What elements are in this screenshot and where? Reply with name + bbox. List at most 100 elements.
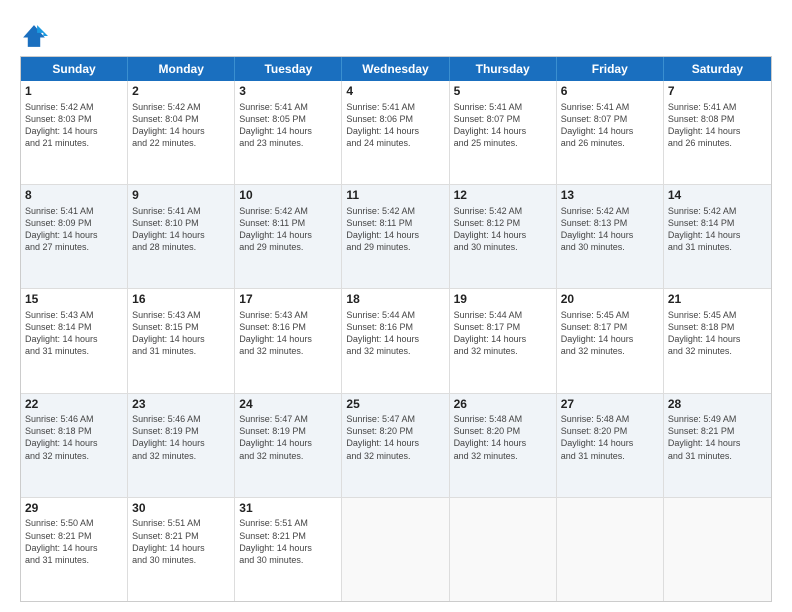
sunrise-line: Sunrise: 5:42 AM bbox=[346, 205, 444, 217]
sunrise-line: Sunrise: 5:41 AM bbox=[668, 101, 767, 113]
sunset-line: Sunset: 8:17 PM bbox=[454, 321, 552, 333]
empty-cell bbox=[342, 498, 449, 601]
minutes-line: and 30 minutes. bbox=[454, 241, 552, 253]
minutes-line: and 31 minutes. bbox=[668, 241, 767, 253]
sunrise-line: Sunrise: 5:44 AM bbox=[346, 309, 444, 321]
daylight-line: Daylight: 14 hours bbox=[132, 437, 230, 449]
minutes-line: and 22 minutes. bbox=[132, 137, 230, 149]
daylight-line: Daylight: 14 hours bbox=[132, 125, 230, 137]
daylight-line: Daylight: 14 hours bbox=[668, 125, 767, 137]
day-cell-15: 15 Sunrise: 5:43 AM Sunset: 8:14 PM Dayl… bbox=[21, 289, 128, 392]
day-cell-10: 10 Sunrise: 5:42 AM Sunset: 8:11 PM Dayl… bbox=[235, 185, 342, 288]
day-number: 30 bbox=[132, 501, 230, 517]
sunrise-line: Sunrise: 5:44 AM bbox=[454, 309, 552, 321]
minutes-line: and 28 minutes. bbox=[132, 241, 230, 253]
header-day-friday: Friday bbox=[557, 57, 664, 81]
daylight-line: Daylight: 14 hours bbox=[132, 542, 230, 554]
empty-cell bbox=[450, 498, 557, 601]
day-number: 23 bbox=[132, 397, 230, 413]
day-cell-9: 9 Sunrise: 5:41 AM Sunset: 8:10 PM Dayli… bbox=[128, 185, 235, 288]
minutes-line: and 27 minutes. bbox=[25, 241, 123, 253]
sunrise-line: Sunrise: 5:41 AM bbox=[239, 101, 337, 113]
day-number: 27 bbox=[561, 397, 659, 413]
sunset-line: Sunset: 8:21 PM bbox=[239, 530, 337, 542]
sunrise-line: Sunrise: 5:50 AM bbox=[25, 517, 123, 529]
sunrise-line: Sunrise: 5:43 AM bbox=[239, 309, 337, 321]
sunset-line: Sunset: 8:20 PM bbox=[454, 425, 552, 437]
sunset-line: Sunset: 8:19 PM bbox=[132, 425, 230, 437]
day-number: 25 bbox=[346, 397, 444, 413]
day-number: 13 bbox=[561, 188, 659, 204]
daylight-line: Daylight: 14 hours bbox=[561, 125, 659, 137]
day-cell-8: 8 Sunrise: 5:41 AM Sunset: 8:09 PM Dayli… bbox=[21, 185, 128, 288]
daylight-line: Daylight: 14 hours bbox=[239, 333, 337, 345]
header-day-monday: Monday bbox=[128, 57, 235, 81]
sunrise-line: Sunrise: 5:48 AM bbox=[561, 413, 659, 425]
logo bbox=[20, 22, 52, 50]
sunrise-line: Sunrise: 5:45 AM bbox=[668, 309, 767, 321]
day-cell-1: 1 Sunrise: 5:42 AM Sunset: 8:03 PM Dayli… bbox=[21, 81, 128, 184]
daylight-line: Daylight: 14 hours bbox=[346, 229, 444, 241]
daylight-line: Daylight: 14 hours bbox=[25, 437, 123, 449]
day-number: 19 bbox=[454, 292, 552, 308]
day-number: 17 bbox=[239, 292, 337, 308]
sunset-line: Sunset: 8:21 PM bbox=[25, 530, 123, 542]
daylight-line: Daylight: 14 hours bbox=[454, 333, 552, 345]
day-cell-30: 30 Sunrise: 5:51 AM Sunset: 8:21 PM Dayl… bbox=[128, 498, 235, 601]
sunset-line: Sunset: 8:04 PM bbox=[132, 113, 230, 125]
calendar-row-3: 15 Sunrise: 5:43 AM Sunset: 8:14 PM Dayl… bbox=[21, 288, 771, 392]
sunset-line: Sunset: 8:11 PM bbox=[346, 217, 444, 229]
minutes-line: and 30 minutes. bbox=[561, 241, 659, 253]
sunrise-line: Sunrise: 5:41 AM bbox=[346, 101, 444, 113]
sunrise-line: Sunrise: 5:41 AM bbox=[25, 205, 123, 217]
minutes-line: and 32 minutes. bbox=[454, 345, 552, 357]
day-cell-16: 16 Sunrise: 5:43 AM Sunset: 8:15 PM Dayl… bbox=[128, 289, 235, 392]
daylight-line: Daylight: 14 hours bbox=[561, 333, 659, 345]
day-number: 31 bbox=[239, 501, 337, 517]
day-cell-14: 14 Sunrise: 5:42 AM Sunset: 8:14 PM Dayl… bbox=[664, 185, 771, 288]
sunset-line: Sunset: 8:06 PM bbox=[346, 113, 444, 125]
sunrise-line: Sunrise: 5:41 AM bbox=[561, 101, 659, 113]
day-cell-2: 2 Sunrise: 5:42 AM Sunset: 8:04 PM Dayli… bbox=[128, 81, 235, 184]
minutes-line: and 31 minutes. bbox=[561, 450, 659, 462]
sunset-line: Sunset: 8:21 PM bbox=[668, 425, 767, 437]
day-number: 9 bbox=[132, 188, 230, 204]
minutes-line: and 32 minutes. bbox=[239, 450, 337, 462]
day-cell-17: 17 Sunrise: 5:43 AM Sunset: 8:16 PM Dayl… bbox=[235, 289, 342, 392]
daylight-line: Daylight: 14 hours bbox=[239, 229, 337, 241]
day-cell-28: 28 Sunrise: 5:49 AM Sunset: 8:21 PM Dayl… bbox=[664, 394, 771, 497]
header-day-saturday: Saturday bbox=[664, 57, 771, 81]
daylight-line: Daylight: 14 hours bbox=[239, 542, 337, 554]
minutes-line: and 30 minutes. bbox=[239, 554, 337, 566]
day-number: 28 bbox=[668, 397, 767, 413]
day-number: 22 bbox=[25, 397, 123, 413]
day-number: 12 bbox=[454, 188, 552, 204]
minutes-line: and 26 minutes. bbox=[561, 137, 659, 149]
sunset-line: Sunset: 8:19 PM bbox=[239, 425, 337, 437]
day-cell-20: 20 Sunrise: 5:45 AM Sunset: 8:17 PM Dayl… bbox=[557, 289, 664, 392]
minutes-line: and 32 minutes. bbox=[668, 345, 767, 357]
sunset-line: Sunset: 8:03 PM bbox=[25, 113, 123, 125]
page: SundayMondayTuesdayWednesdayThursdayFrid… bbox=[0, 0, 792, 612]
day-number: 10 bbox=[239, 188, 337, 204]
sunrise-line: Sunrise: 5:51 AM bbox=[132, 517, 230, 529]
sunset-line: Sunset: 8:16 PM bbox=[239, 321, 337, 333]
sunrise-line: Sunrise: 5:42 AM bbox=[239, 205, 337, 217]
day-number: 29 bbox=[25, 501, 123, 517]
calendar-row-5: 29 Sunrise: 5:50 AM Sunset: 8:21 PM Dayl… bbox=[21, 497, 771, 601]
minutes-line: and 30 minutes. bbox=[132, 554, 230, 566]
day-number: 16 bbox=[132, 292, 230, 308]
day-cell-23: 23 Sunrise: 5:46 AM Sunset: 8:19 PM Dayl… bbox=[128, 394, 235, 497]
day-number: 3 bbox=[239, 84, 337, 100]
sunrise-line: Sunrise: 5:47 AM bbox=[239, 413, 337, 425]
daylight-line: Daylight: 14 hours bbox=[25, 229, 123, 241]
sunrise-line: Sunrise: 5:42 AM bbox=[132, 101, 230, 113]
calendar-body: 1 Sunrise: 5:42 AM Sunset: 8:03 PM Dayli… bbox=[21, 81, 771, 601]
daylight-line: Daylight: 14 hours bbox=[132, 333, 230, 345]
sunset-line: Sunset: 8:11 PM bbox=[239, 217, 337, 229]
day-cell-27: 27 Sunrise: 5:48 AM Sunset: 8:20 PM Dayl… bbox=[557, 394, 664, 497]
day-cell-12: 12 Sunrise: 5:42 AM Sunset: 8:12 PM Dayl… bbox=[450, 185, 557, 288]
daylight-line: Daylight: 14 hours bbox=[561, 229, 659, 241]
minutes-line: and 29 minutes. bbox=[346, 241, 444, 253]
minutes-line: and 26 minutes. bbox=[668, 137, 767, 149]
